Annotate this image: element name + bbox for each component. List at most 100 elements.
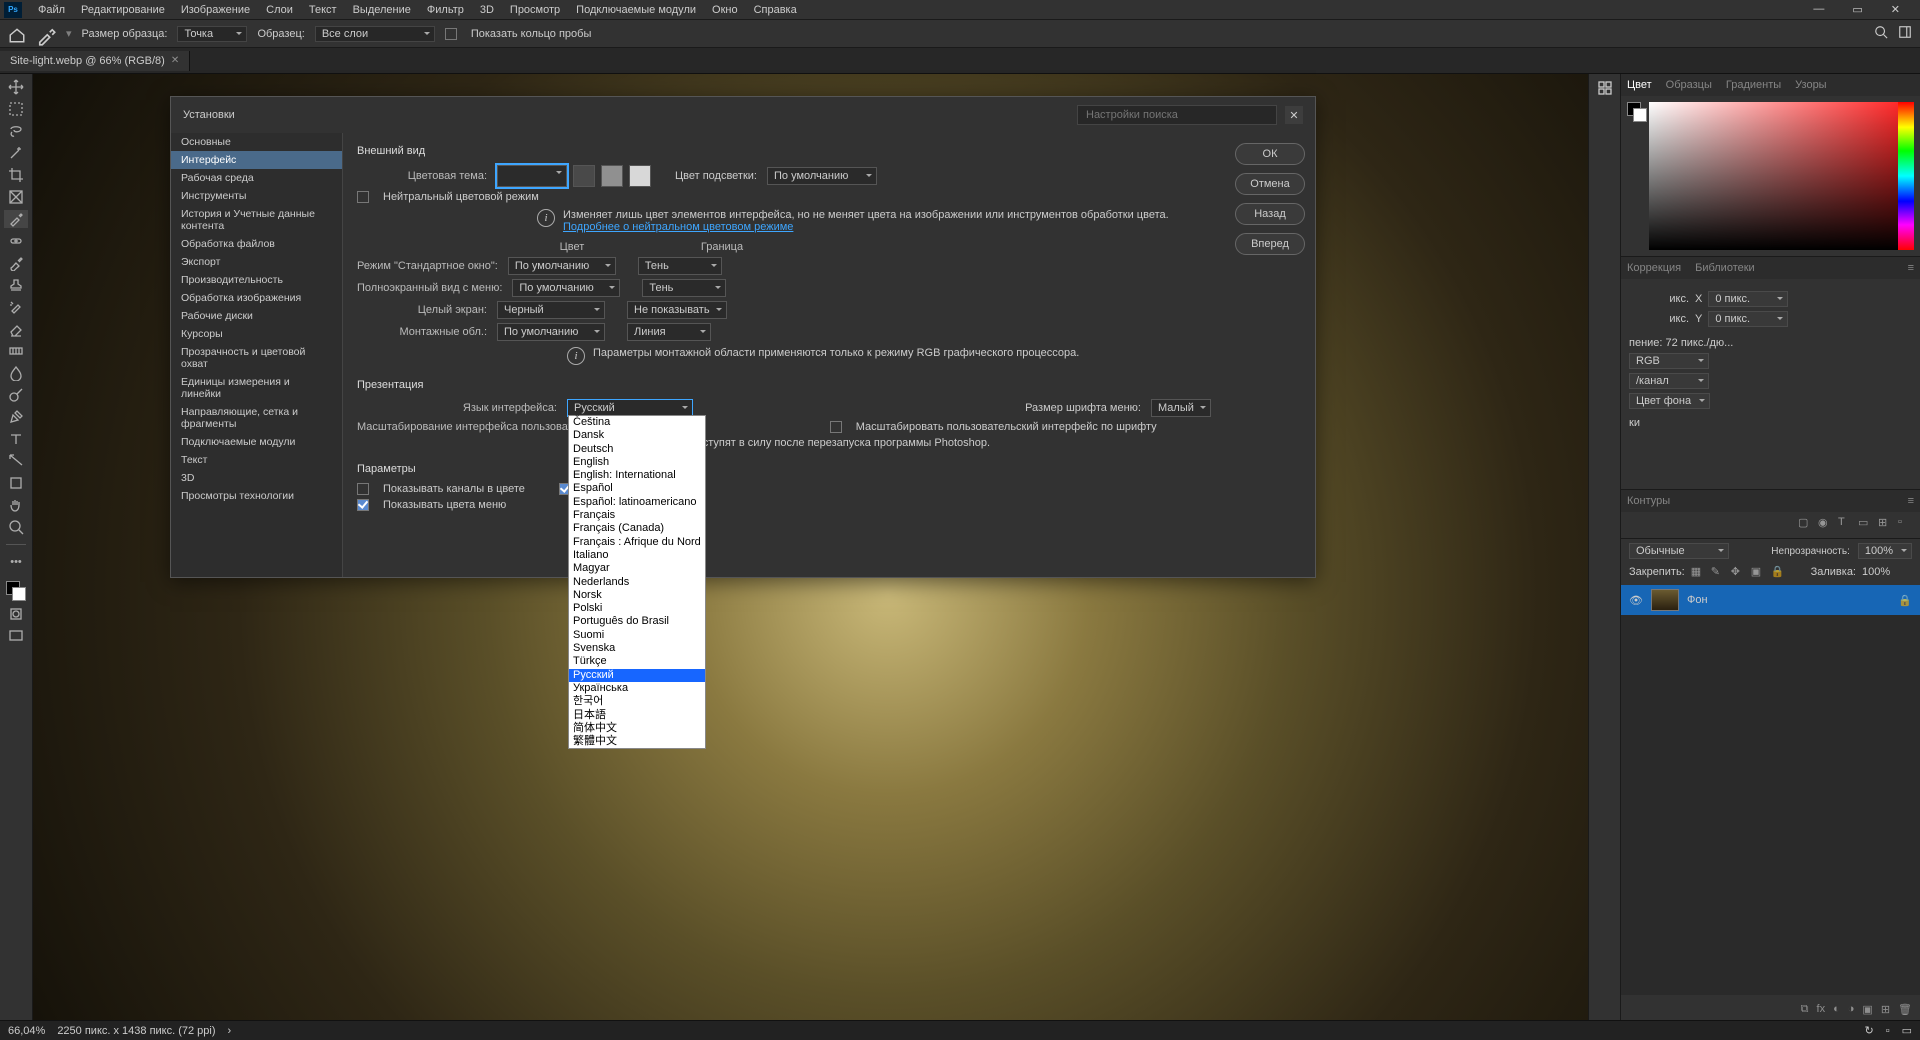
menu-item[interactable]: 3D <box>472 4 502 16</box>
menu-item[interactable]: Фильтр <box>419 4 472 16</box>
panel-icon[interactable] <box>1597 80 1613 99</box>
language-option[interactable]: 繁體中文 <box>569 735 705 748</box>
sidebar-item[interactable]: Подключаемые модули <box>171 433 342 451</box>
sidebar-item[interactable]: 3D <box>171 469 342 487</box>
lock-all-icon[interactable]: 🔒 <box>1771 565 1785 579</box>
panel-menu-icon[interactable]: ≡ <box>1908 495 1914 507</box>
language-option[interactable]: Français <box>569 509 705 522</box>
sidebar-item[interactable]: Единицы измерения и линейки <box>171 373 342 403</box>
path-tool[interactable] <box>4 452 28 470</box>
language-option[interactable]: Suomi <box>569 629 705 642</box>
language-option[interactable]: Norsk <box>569 589 705 602</box>
language-option[interactable]: Français : Afrique du Nord <box>569 536 705 549</box>
border-select[interactable]: Тень <box>642 279 726 297</box>
sidebar-item[interactable]: Основные <box>171 133 342 151</box>
search-icon[interactable] <box>1874 25 1888 42</box>
screenmode-tool[interactable] <box>4 627 28 645</box>
zoom-level[interactable]: 66,04% <box>8 1025 45 1037</box>
theme-swatch-darkest[interactable] <box>497 165 567 187</box>
language-option[interactable]: 한국어 <box>569 695 705 708</box>
menu-item[interactable]: Выделение <box>345 4 419 16</box>
border-select[interactable]: Тень <box>638 257 722 275</box>
text-icon[interactable]: T <box>1838 516 1852 530</box>
minimize-icon[interactable]: — <box>1805 3 1832 16</box>
crop-tool[interactable] <box>4 166 28 184</box>
language-option[interactable]: Čeština <box>569 416 705 429</box>
marquee-tool[interactable] <box>4 100 28 118</box>
fontsize-select[interactable]: Малый <box>1151 399 1211 417</box>
color-select[interactable]: По умолчанию <box>508 257 616 275</box>
sidebar-item[interactable]: Обработка изображения <box>171 289 342 307</box>
visibility-icon[interactable]: 👁 <box>1629 594 1643 607</box>
menu-item[interactable]: Текст <box>301 4 345 16</box>
frame-icon[interactable]: ⊞ <box>1878 516 1892 530</box>
heal-tool[interactable] <box>4 232 28 250</box>
language-option[interactable]: English <box>569 456 705 469</box>
language-option[interactable]: Español: latinoamericano <box>569 496 705 509</box>
menu-item[interactable]: Подключаемые модули <box>568 4 704 16</box>
new-icon[interactable]: ⊞ <box>1881 1003 1890 1016</box>
blend-mode-select[interactable]: Обычные <box>1629 543 1729 559</box>
tab-paths[interactable]: Контуры <box>1627 495 1670 507</box>
chevron-right-icon[interactable]: › <box>228 1025 232 1037</box>
color-select[interactable]: По умолчанию <box>497 323 605 341</box>
mask-icon[interactable]: ▢ <box>1798 516 1812 530</box>
sample-select[interactable]: Все слои <box>315 26 435 42</box>
brush-tool[interactable] <box>4 254 28 272</box>
workspace-icon[interactable] <box>1898 25 1912 42</box>
edit-toolbar[interactable]: ••• <box>4 553 28 571</box>
sidebar-item[interactable]: Инструменты <box>171 187 342 205</box>
gradient-tool[interactable] <box>4 342 28 360</box>
color-select[interactable]: Черный <box>497 301 605 319</box>
y-field[interactable]: 0 пикс. <box>1708 311 1788 327</box>
sidebar-item[interactable]: Производительность <box>171 271 342 289</box>
channels-checkbox[interactable] <box>357 483 369 495</box>
home-icon[interactable] <box>8 26 26 42</box>
theme-swatch-medium[interactable] <box>601 165 623 187</box>
tab-gradients[interactable]: Градиенты <box>1726 79 1781 91</box>
sample-size-select[interactable]: Точка <box>177 26 247 42</box>
language-option[interactable]: Magyar <box>569 562 705 575</box>
tab-libs[interactable]: Библиотеки <box>1695 262 1755 274</box>
sidebar-item[interactable]: Рабочая среда <box>171 169 342 187</box>
search-input[interactable] <box>1077 105 1277 125</box>
menu-item[interactable]: Слои <box>258 4 301 16</box>
close-icon[interactable]: ✕ <box>1883 3 1908 16</box>
cancel-button[interactable]: Отмена <box>1235 173 1305 195</box>
eraser-tool[interactable] <box>4 320 28 338</box>
theme-swatch-dark[interactable] <box>573 165 595 187</box>
fill-field[interactable]: 100% <box>1862 566 1912 578</box>
theme-swatch-light[interactable] <box>629 165 651 187</box>
document-tab[interactable]: Site-light.webp @ 66% (RGB/8) ✕ <box>0 51 190 71</box>
language-option[interactable]: Español <box>569 482 705 495</box>
back-button[interactable]: Назад <box>1235 203 1305 225</box>
link-icon[interactable]: ⧉ <box>1801 1003 1809 1016</box>
lock-trans-icon[interactable]: ▦ <box>1691 565 1705 579</box>
menu-item[interactable]: Просмотр <box>502 4 568 16</box>
language-option[interactable]: 简体中文 <box>569 722 705 735</box>
language-option[interactable]: Polski <box>569 602 705 615</box>
language-option[interactable]: Svenska <box>569 642 705 655</box>
sync-icon[interactable]: ↻ <box>1864 1024 1873 1037</box>
mask-icon[interactable]: ◐ <box>1833 1003 1840 1016</box>
sidebar-item[interactable]: История и Учетные данные контента <box>171 205 342 235</box>
tab-color[interactable]: Цвет <box>1627 79 1652 91</box>
highlight-select[interactable]: По умолчанию <box>767 167 877 185</box>
zoom-tool[interactable] <box>4 518 28 536</box>
frame-tool[interactable] <box>4 188 28 206</box>
forward-button[interactable]: Вперед <box>1235 233 1305 255</box>
sidebar-item[interactable]: Экспорт <box>171 253 342 271</box>
layer-row[interactable]: 👁 Фон 🔒 <box>1621 585 1920 615</box>
mode-select[interactable]: RGB <box>1629 353 1709 369</box>
scale-font-checkbox[interactable] <box>830 421 842 433</box>
bits-select[interactable]: /канал <box>1629 373 1709 389</box>
lasso-tool[interactable] <box>4 122 28 140</box>
type-tool[interactable] <box>4 430 28 448</box>
sidebar-item[interactable]: Обработка файлов <box>171 235 342 253</box>
status-icon[interactable]: ▫ <box>1886 1025 1890 1037</box>
opacity-field[interactable]: 100% <box>1858 543 1912 559</box>
shape-tool[interactable] <box>4 474 28 492</box>
sidebar-item[interactable]: Курсоры <box>171 325 342 343</box>
language-option[interactable]: Italiano <box>569 549 705 562</box>
tab-swatches[interactable]: Образцы <box>1666 79 1712 91</box>
